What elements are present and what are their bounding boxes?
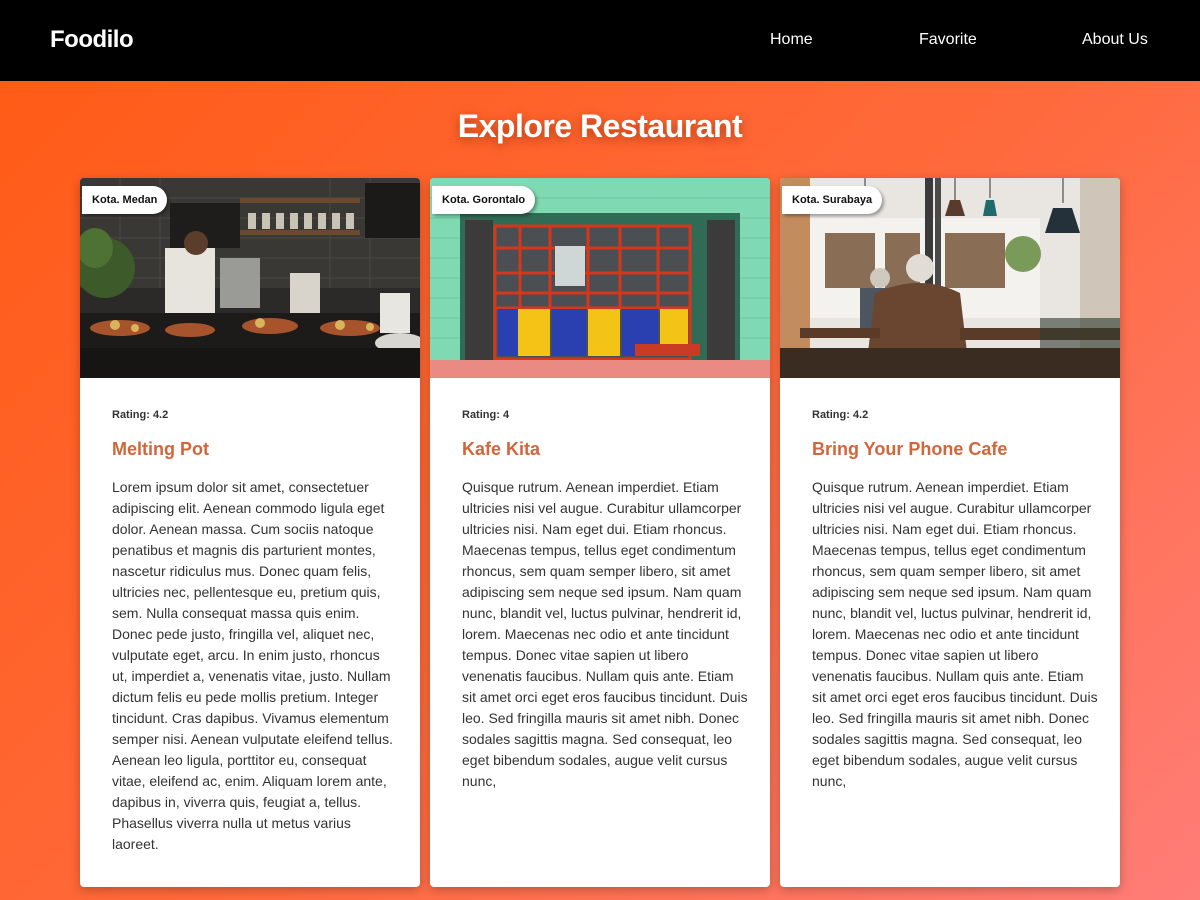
restaurant-description: Lorem ipsum dolor sit amet, consectetuer… xyxy=(112,479,393,852)
restaurant-name-link[interactable]: Bring Your Phone Cafe xyxy=(812,439,1007,460)
brand-logo-link[interactable]: Foodilo xyxy=(50,26,134,54)
city-badge: Kota. Medan xyxy=(82,186,168,214)
restaurant-name-link[interactable]: Kafe Kita xyxy=(462,439,540,460)
rating-label: Rating: 4 xyxy=(462,409,510,421)
restaurant-card[interactable]: Kota. Medan Rating: 4.2 Melting Pot Lore… xyxy=(80,178,420,887)
top-navbar: Foodilo Home Favorite About Us xyxy=(0,0,1200,81)
rating-label: Rating: 4.2 xyxy=(112,409,169,421)
city-badge: Kota. Surabaya xyxy=(782,186,883,214)
restaurant-description: Quisque rutrum. Aenean imperdiet. Etiam … xyxy=(812,479,1098,789)
restaurant-card[interactable]: Kota. Surabaya Rating: 4.2 Bring Your Ph… xyxy=(780,178,1120,887)
nav-link-home[interactable]: Home xyxy=(770,31,813,49)
nav-link-about-us[interactable]: About Us xyxy=(1082,31,1148,49)
rating-label: Rating: 4.2 xyxy=(812,409,869,421)
page-title: Explore Restaurant xyxy=(457,108,743,144)
nav-link-favorite[interactable]: Favorite xyxy=(919,31,977,49)
city-badge: Kota. Gorontalo xyxy=(432,186,536,214)
restaurant-card[interactable]: Kota. Gorontalo Rating: 4 Kafe Kita Quis… xyxy=(430,178,770,887)
restaurant-name-link[interactable]: Melting Pot xyxy=(112,439,209,460)
restaurant-description: Quisque rutrum. Aenean imperdiet. Etiam … xyxy=(462,479,748,789)
